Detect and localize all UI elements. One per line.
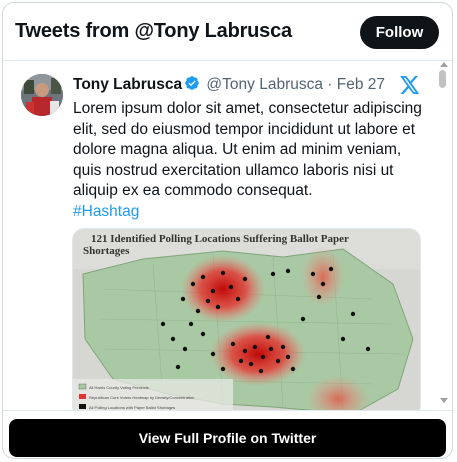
scroll-down-arrow-icon[interactable] bbox=[440, 398, 448, 403]
scroll-up-arrow-icon[interactable] bbox=[440, 62, 448, 67]
follow-button[interactable]: Follow bbox=[360, 16, 439, 49]
map-title-line2: Shortages bbox=[83, 245, 130, 257]
verified-badge-icon bbox=[184, 75, 200, 91]
tweet-media-image[interactable]: 121 Identified Polling Locations Sufferi… bbox=[72, 228, 421, 410]
tweet-feed[interactable]: Tony Labrusca @Tony Labrusca · Feb 27 Lo… bbox=[3, 62, 452, 410]
map-title-line1: 121 Identified Polling Locations Sufferi… bbox=[91, 233, 349, 245]
widget-footer: View Full Profile on Twitter bbox=[3, 410, 452, 458]
twitter-timeline-widget: Tweets from @Tony Labrusca Follow Tony L… bbox=[2, 2, 453, 459]
tweet-date[interactable]: Feb 27 bbox=[337, 76, 385, 93]
timeline-title: Tweets from @Tony Labrusca bbox=[15, 20, 292, 42]
scrollbar-track[interactable] bbox=[436, 60, 449, 408]
avatar[interactable] bbox=[21, 74, 63, 116]
author-name[interactable]: Tony Labrusca bbox=[73, 76, 182, 93]
separator-dot: · bbox=[327, 76, 333, 93]
map-legend-precincts: All Harris County Voting Precincts bbox=[89, 385, 149, 390]
map-legend-heatmap: Republican Core Voters Heatmap by Densit… bbox=[89, 395, 194, 400]
tweet-body: Lorem ipsum dolor sit amet, consectetur … bbox=[73, 99, 425, 222]
x-logo-icon[interactable] bbox=[400, 76, 420, 94]
author-handle[interactable]: @Tony Labrusca bbox=[206, 76, 323, 93]
view-full-profile-button[interactable]: View Full Profile on Twitter bbox=[9, 419, 446, 457]
timeline-header: Tweets from @Tony Labrusca Follow bbox=[3, 3, 452, 61]
hashtag-link[interactable]: #Hashtag bbox=[73, 202, 425, 223]
tweet-header: Tony Labrusca @Tony Labrusca · Feb 27 bbox=[73, 75, 385, 95]
tweet-text: Lorem ipsum dolor sit amet, consectetur … bbox=[73, 100, 422, 199]
scrollbar-thumb[interactable] bbox=[439, 70, 446, 88]
